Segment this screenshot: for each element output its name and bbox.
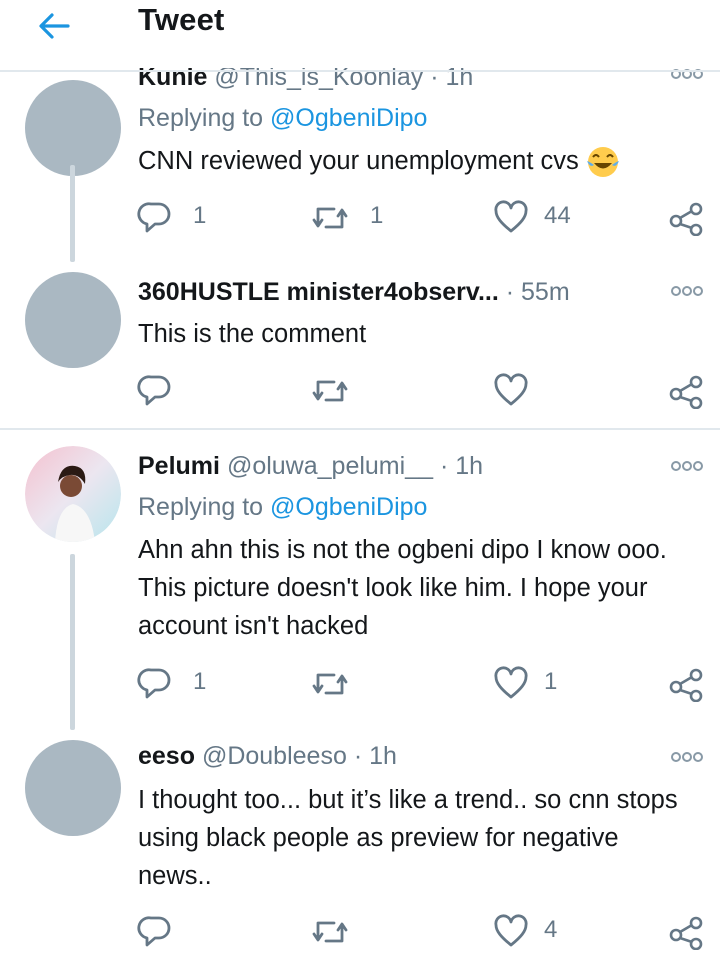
retweet-button[interactable] xyxy=(310,371,430,411)
heart-icon xyxy=(494,200,528,233)
tweet-author-row: eeso @Doubleeso · 1h xyxy=(138,742,397,770)
tweet-time: 1h xyxy=(369,742,397,770)
share-icon xyxy=(669,202,703,236)
more-options-icon[interactable] xyxy=(670,460,704,472)
share-button[interactable] xyxy=(668,664,708,704)
share-button[interactable] xyxy=(668,912,708,952)
like-count: 1 xyxy=(544,668,558,695)
avatar[interactable] xyxy=(25,80,121,176)
tears-of-joy-emoji xyxy=(586,147,619,178)
reply-button[interactable]: 1 xyxy=(137,664,257,704)
reply-icon xyxy=(137,916,171,947)
author-handle[interactable]: @Doubleeso xyxy=(202,742,347,770)
tweet-author-row: Pelumi @oluwa_pelumi__ · 1h xyxy=(138,452,484,480)
reply-button[interactable]: 1 xyxy=(137,198,257,238)
reply-tweet[interactable]: eeso @Doubleeso · 1h I thought too... bu… xyxy=(0,730,720,963)
tweet-actions: 1 1 44 xyxy=(0,198,720,238)
retweet-icon xyxy=(312,380,348,402)
share-icon xyxy=(669,668,703,702)
tweet-actions: 1 1 xyxy=(0,664,720,704)
replying-to: Replying to @OgbeniDipo xyxy=(138,103,427,133)
like-button[interactable]: 44 xyxy=(493,198,613,238)
author-name[interactable]: 360HUSTLE minister4observ... xyxy=(138,278,499,306)
reply-count: 1 xyxy=(193,668,207,695)
tweet-text: Ahn ahn this is not the ogbeni dipo I kn… xyxy=(138,536,667,640)
replying-to-label: Replying to xyxy=(138,493,264,521)
header-divider xyxy=(0,70,720,72)
retweet-icon xyxy=(312,921,348,943)
replying-to-handle[interactable]: @OgbeniDipo xyxy=(270,493,427,521)
like-button[interactable] xyxy=(493,371,613,411)
replying-to-label: Replying to xyxy=(138,104,264,132)
retweet-button[interactable]: 1 xyxy=(310,198,430,238)
avatar[interactable] xyxy=(25,272,121,368)
avatar[interactable] xyxy=(25,740,121,836)
heart-icon xyxy=(494,666,528,699)
tweet-time: 55m xyxy=(521,278,570,306)
tweet-text: I thought too... but it’s like a trend..… xyxy=(138,786,678,890)
reply-icon xyxy=(137,668,171,699)
reply-icon xyxy=(137,202,171,233)
tweet-text: This is the comment xyxy=(138,320,367,348)
author-handle[interactable]: @oluwa_pelumi__ xyxy=(227,452,433,480)
like-count: 44 xyxy=(544,202,571,229)
page-title: Tweet xyxy=(138,2,225,37)
reply-button[interactable] xyxy=(137,371,257,411)
share-icon xyxy=(669,916,703,950)
tweet-actions xyxy=(0,371,720,411)
tweet-time: 1h xyxy=(455,452,484,480)
reply-icon xyxy=(137,375,171,406)
retweet-button[interactable] xyxy=(310,912,430,952)
arrow-left-icon[interactable] xyxy=(36,8,72,44)
replying-to: Replying to @OgbeniDipo xyxy=(138,492,427,522)
reply-tweet[interactable]: Pelumi @oluwa_pelumi__ · 1h Replying to … xyxy=(0,430,720,730)
tweet-text-content: CNN reviewed your unemployment cvs xyxy=(138,147,579,175)
share-button[interactable] xyxy=(668,371,708,411)
retweet-button[interactable] xyxy=(310,664,430,704)
like-count: 4 xyxy=(544,916,558,943)
like-button[interactable]: 4 xyxy=(493,912,613,952)
heart-icon xyxy=(494,373,528,406)
tweet-text: CNN reviewed your unemployment cvs xyxy=(138,142,698,180)
share-icon xyxy=(669,375,703,409)
share-button[interactable] xyxy=(668,198,708,238)
more-options-icon[interactable] xyxy=(670,285,704,297)
retweet-icon xyxy=(312,207,348,229)
author-name[interactable]: Pelumi xyxy=(138,452,220,480)
heart-icon xyxy=(494,914,528,947)
avatar-photo[interactable] xyxy=(25,446,121,542)
replying-to-handle[interactable]: @OgbeniDipo xyxy=(270,104,427,132)
retweet-icon xyxy=(312,673,348,695)
tweet-author-row: 360HUSTLE minister4observ... · 55m xyxy=(138,278,570,306)
retweet-count: 1 xyxy=(370,202,384,229)
top-app-bar: Tweet xyxy=(0,0,720,68)
tweet-actions: 4 xyxy=(0,912,720,952)
reply-tweet[interactable]: 360HUSTLE minister4observ... · 55m This … xyxy=(0,262,720,428)
more-options-icon[interactable] xyxy=(670,751,704,763)
like-button[interactable]: 1 xyxy=(493,664,613,704)
reply-count: 1 xyxy=(193,202,207,229)
reply-button[interactable] xyxy=(137,912,257,952)
author-name[interactable]: eeso xyxy=(138,742,195,770)
